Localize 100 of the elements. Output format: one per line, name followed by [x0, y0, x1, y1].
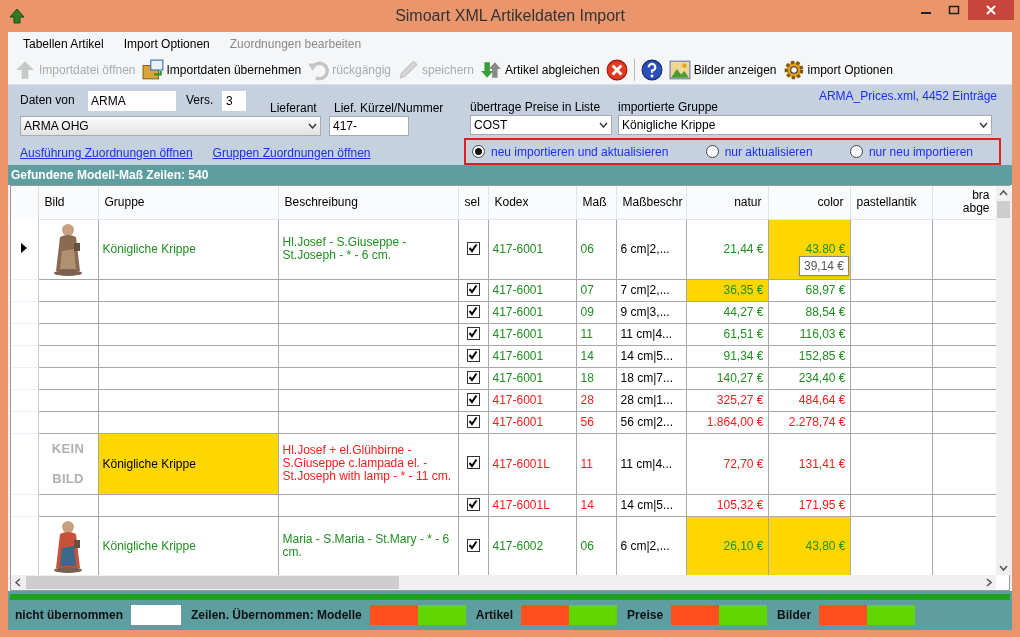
table-cell-text: Hl.Josef + el.Glühbirne - S.Giuseppe c.lampada el. - St.Joseph with lamp - * - 11 cm.: [282, 444, 452, 483]
table-cell: 36,35 €: [723, 283, 764, 297]
checkbox[interactable]: [466, 326, 480, 340]
radio-button[interactable]: [849, 145, 863, 158]
table-cell: 28 cm|1...: [620, 393, 673, 407]
table-cell: 140,27 €: [716, 371, 764, 385]
legend-label: Artikel: [475, 607, 514, 624]
table-cell: 417-6001: [492, 415, 544, 429]
radio-button[interactable]: [472, 145, 485, 158]
current-row-marker: [21, 242, 28, 253]
dropdown[interactable]: ARMA OHG: [20, 116, 321, 136]
checkbox[interactable]: [466, 538, 480, 552]
cancel-button[interactable]: [605, 56, 628, 83]
column-header[interactable]: Bild: [44, 195, 65, 210]
table-cell: 61,51 €: [723, 327, 764, 341]
menu-item[interactable]: Import Optionen: [123, 34, 210, 53]
table-cell: 417-6001: [492, 305, 544, 319]
toolbar-button[interactable]: Bilder anzeigen: [668, 56, 777, 83]
chevron-icon: [979, 122, 988, 129]
checkbox[interactable]: [466, 456, 480, 469]
help-button[interactable]: [640, 56, 663, 83]
table-cell: 2.278,74 €: [788, 415, 846, 429]
table-cell: 116,03 €: [799, 327, 846, 341]
input-field[interactable]: 3: [222, 91, 246, 111]
field-label: Lieferant: [270, 100, 318, 117]
window-title: Simoart XML Artikeldaten Import: [394, 6, 626, 26]
table-cell: 88,54 €: [805, 305, 846, 319]
column-header[interactable]: Kodex: [494, 195, 529, 210]
checkbox[interactable]: [466, 392, 480, 406]
menu-item[interactable]: Tabellen Artikel: [23, 34, 104, 53]
table-cell: 6 cm|2,...: [620, 539, 670, 553]
checkbox[interactable]: [466, 370, 480, 384]
table-cell: 28: [580, 393, 594, 407]
table-cell: 72,70 €: [723, 456, 764, 471]
table-cell: 325,27 €: [716, 393, 764, 407]
table-cell: 417-6002: [492, 539, 544, 553]
help-icon: [640, 58, 663, 81]
table-cell: 14: [580, 498, 594, 512]
legend-label: nicht übernommen: [15, 607, 123, 624]
toolbar-button[interactable]: Artikel abgleichen: [480, 56, 600, 83]
file-info: ARMA_Prices.xml, 4452 Einträge: [818, 88, 997, 105]
table-cell: 11 cm|4...: [620, 327, 673, 341]
table-cell: 26,10 €: [723, 539, 764, 553]
checkbox[interactable]: [466, 282, 480, 296]
scrollbar-thumb[interactable]: [997, 201, 1010, 218]
input-field[interactable]: ARMA: [88, 91, 176, 111]
table-cell-text: Hl.Josef - S.Giuseppe - St.Joseph - * - 6 cm.: [282, 236, 408, 262]
legend-label: Preise: [627, 607, 664, 624]
column-header[interactable]: Beschreibung: [284, 195, 358, 210]
column-header[interactable]: natur: [734, 195, 762, 210]
table-cell: 56: [580, 415, 594, 429]
table-cell: 56 cm|2...: [620, 415, 673, 429]
radio-option[interactable]: nur aktualisieren: [705, 142, 813, 161]
toolbar-button[interactable]: Importdaten übernehmen: [141, 56, 302, 83]
link[interactable]: Ausführung Zuordnungen öffnen: [20, 144, 193, 162]
table-cell: 152,85 €: [798, 349, 846, 363]
table-cell: 417-6001: [492, 393, 544, 407]
table-cell: 07: [580, 283, 594, 297]
table-cell: 91,34 €: [723, 349, 764, 363]
table-cell: 09: [580, 305, 594, 319]
column-header[interactable]: color: [817, 195, 844, 210]
dropdown[interactable]: COST: [470, 115, 612, 136]
gear-icon: [782, 58, 805, 81]
dropdown[interactable]: Königliche Krippe: [618, 115, 992, 136]
legend-label: Bilder: [777, 607, 812, 624]
column-header[interactable]: Gruppe: [104, 195, 145, 210]
checkbox[interactable]: [466, 241, 480, 255]
checkbox[interactable]: [466, 497, 480, 511]
checkbox[interactable]: [466, 304, 480, 318]
input-field[interactable]: 417-: [329, 116, 409, 136]
link[interactable]: Gruppen Zuordnungen öffnen: [212, 144, 371, 162]
close-button[interactable]: [968, 0, 1014, 20]
vertical-scrollbar[interactable]: [996, 186, 1011, 575]
table-cell: 11 cm|4...: [620, 456, 673, 471]
table-cell: 21,44 €: [723, 242, 764, 256]
table-import-icon: [141, 58, 164, 81]
checkbox[interactable]: [466, 414, 480, 428]
radio-option[interactable]: neu importieren und aktualisieren: [472, 142, 669, 161]
radio-button[interactable]: [705, 145, 719, 158]
toolbar-button[interactable]: import Optionen: [782, 56, 893, 83]
table-cell: 18 cm|7...: [620, 371, 673, 385]
no-image-text: KEIN BILD: [50, 439, 86, 488]
table-cell: 18: [580, 371, 594, 385]
tooltip: 39,14 €: [799, 256, 850, 276]
table-cell: 44,27 €: [723, 305, 764, 319]
radio-option[interactable]: nur neu importieren: [849, 142, 973, 161]
scrollbar-thumb[interactable]: [26, 576, 399, 589]
table-cell: 14 cm|5...: [620, 498, 673, 512]
field-label: importierte Gruppe: [618, 99, 719, 117]
horizontal-scrollbar[interactable]: [11, 575, 996, 590]
section-title: Gefundene Modell-Maß Zeilen: 540: [8, 165, 1012, 185]
app-icon: [9, 8, 25, 24]
checkbox[interactable]: [466, 348, 480, 362]
table-cell: 43,80 €: [805, 539, 846, 553]
cancel-icon: [605, 58, 628, 81]
table-cell: 14 cm|5...: [620, 349, 673, 363]
table-cell: 06: [580, 539, 594, 553]
table-cell: 7 cm|2,...: [620, 283, 670, 297]
table-cell: 171,95 €: [798, 498, 846, 512]
table-cell: Königliche Krippe: [98, 433, 278, 494]
